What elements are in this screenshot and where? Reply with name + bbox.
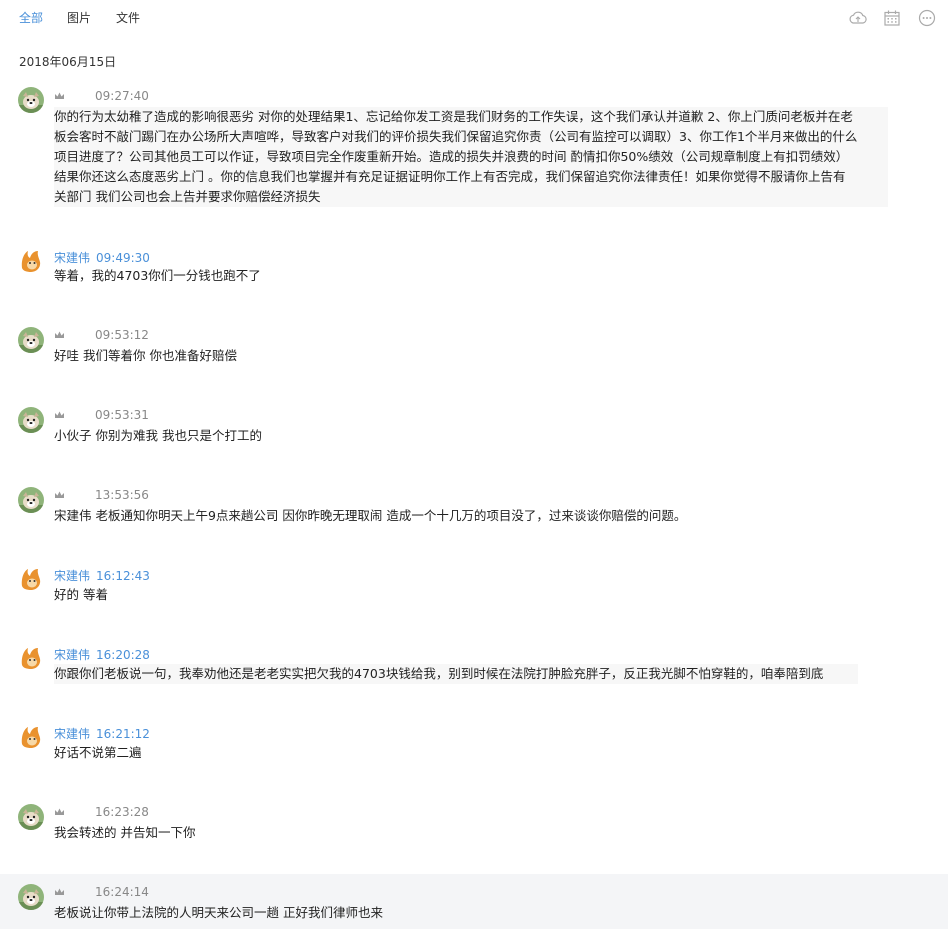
message-line: 项目进度了？公司其他员工可以作证，导致项目完全作废重新开始。造成的损失并浪费的时… <box>54 149 849 164</box>
message-meta: 09:53:12 <box>54 328 149 344</box>
message-line: 好哇 我们等着你 你也准备好赔偿 <box>54 348 237 363</box>
crown-icon <box>54 490 65 500</box>
message-line: 板会客时不敲门踢门在办公场所大声喧哗，导致客户对我们的评价损失我们保留追究你责（… <box>54 129 858 144</box>
message-text[interactable]: 你的行为太幼稚了造成的影响很恶劣 对你的处理结果1、忘记给你发工资是我们财务的工… <box>54 107 888 207</box>
message-time: 16:12:43 <box>96 569 150 583</box>
message-line: 宋建伟 老板通知你明天上午9点来趟公司 因你昨晚无理取闹 造成一个十几万的项目没… <box>54 508 687 523</box>
message-meta: 16:23:28 <box>54 805 149 821</box>
message-time: 13:53:56 <box>95 488 149 502</box>
message-line: 好的 等着 <box>54 587 108 602</box>
message-meta: 09:53:31 <box>54 408 149 424</box>
cloud-icon[interactable] <box>849 9 867 27</box>
tab-all[interactable]: 全部 <box>19 9 43 26</box>
message-line: 小伙子 你别为难我 我也只是个打工的 <box>54 428 262 443</box>
filter-tabs: 全部 图片 文件 <box>0 0 948 34</box>
message-text[interactable]: 宋建伟 老板通知你明天上午9点来趟公司 因你昨晚无理取闹 造成一个十几万的项目没… <box>54 506 686 526</box>
message-line: 结果你还这么态度恶劣上门 。你的信息我们也掌握并有充足证据证明你工作上有否完成，… <box>54 169 846 184</box>
message-text[interactable]: 老板说让你带上法院的人明天来公司一趟 正好我们律师也来 <box>54 903 383 923</box>
message-meta: 16:24:14 <box>54 885 149 901</box>
sender-name[interactable]: 宋建伟 <box>54 727 90 741</box>
dog-avatar-icon[interactable] <box>18 884 44 910</box>
tab-files[interactable]: 文件 <box>116 9 140 26</box>
dog-avatar-icon[interactable] <box>18 487 44 513</box>
fox-avatar-icon[interactable] <box>18 566 44 592</box>
dog-avatar-icon[interactable] <box>18 804 44 830</box>
crown-icon <box>54 807 65 817</box>
message-time: 09:53:12 <box>95 328 149 342</box>
message-text[interactable]: 你跟你们老板说一句，我奉劝他还是老老实实把欠我的4703块钱给我，别到时候在法院… <box>54 664 858 684</box>
message-line: 等着，我的4703你们一分钱也跑不了 <box>54 268 261 283</box>
message-line: 好话不说第二遍 <box>54 745 142 760</box>
fox-avatar-icon[interactable] <box>18 724 44 750</box>
message-time: 09:49:30 <box>96 251 150 265</box>
message-time: 16:23:28 <box>95 805 149 819</box>
message-text[interactable]: 好的 等着 <box>54 585 108 605</box>
message-text[interactable]: 小伙子 你别为难我 我也只是个打工的 <box>54 426 262 446</box>
fox-avatar-icon[interactable] <box>18 248 44 274</box>
more-icon[interactable] <box>918 9 936 27</box>
message-meta: 宋建伟 09:49:30 <box>54 249 150 265</box>
crown-icon <box>54 330 65 340</box>
message-meta: 宋建伟 16:21:12 <box>54 725 150 741</box>
message-time: 09:53:31 <box>95 408 149 422</box>
fox-avatar-icon[interactable] <box>18 645 44 671</box>
dog-avatar-icon[interactable] <box>18 407 44 433</box>
message-text[interactable]: 我会转述的 并告知一下你 <box>54 823 195 843</box>
message-line: 老板说让你带上法院的人明天来公司一趟 正好我们律师也来 <box>54 905 383 920</box>
message-line: 你跟你们老板说一句，我奉劝他还是老老实实把欠我的4703块钱给我，别到时候在法院… <box>54 666 824 681</box>
sender-name[interactable]: 宋建伟 <box>54 569 90 583</box>
message-time: 16:24:14 <box>95 885 149 899</box>
calendar-icon[interactable] <box>883 9 901 27</box>
dog-avatar-icon[interactable] <box>18 327 44 353</box>
crown-icon <box>54 91 65 101</box>
message-line: 我会转述的 并告知一下你 <box>54 825 196 840</box>
crown-icon <box>54 887 65 897</box>
message-line: 关部门 我们公司也会上告并要求你赔偿经济损失 <box>54 189 321 204</box>
dog-avatar-icon[interactable] <box>18 87 44 113</box>
message-text[interactable]: 好话不说第二遍 <box>54 743 142 763</box>
sender-name[interactable]: 宋建伟 <box>54 648 90 662</box>
tab-images[interactable]: 图片 <box>67 9 91 26</box>
message-meta: 宋建伟 16:20:28 <box>54 646 150 662</box>
message-text[interactable]: 等着，我的4703你们一分钱也跑不了 <box>54 266 261 286</box>
crown-icon <box>54 410 65 420</box>
message-meta: 09:27:40 <box>54 89 149 105</box>
message-line: 你的行为太幼稚了造成的影响很恶劣 对你的处理结果1、忘记给你发工资是我们财务的工… <box>54 109 853 124</box>
message-meta: 13:53:56 <box>54 488 149 504</box>
message-time: 16:21:12 <box>96 727 150 741</box>
message-time: 16:20:28 <box>96 648 150 662</box>
message-text[interactable]: 好哇 我们等着你 你也准备好赔偿 <box>54 346 237 366</box>
message-meta: 宋建伟 16:12:43 <box>54 567 150 583</box>
date-header: 2018年06月15日 <box>19 55 117 69</box>
sender-name[interactable]: 宋建伟 <box>54 251 90 265</box>
message-time: 09:27:40 <box>95 89 149 103</box>
